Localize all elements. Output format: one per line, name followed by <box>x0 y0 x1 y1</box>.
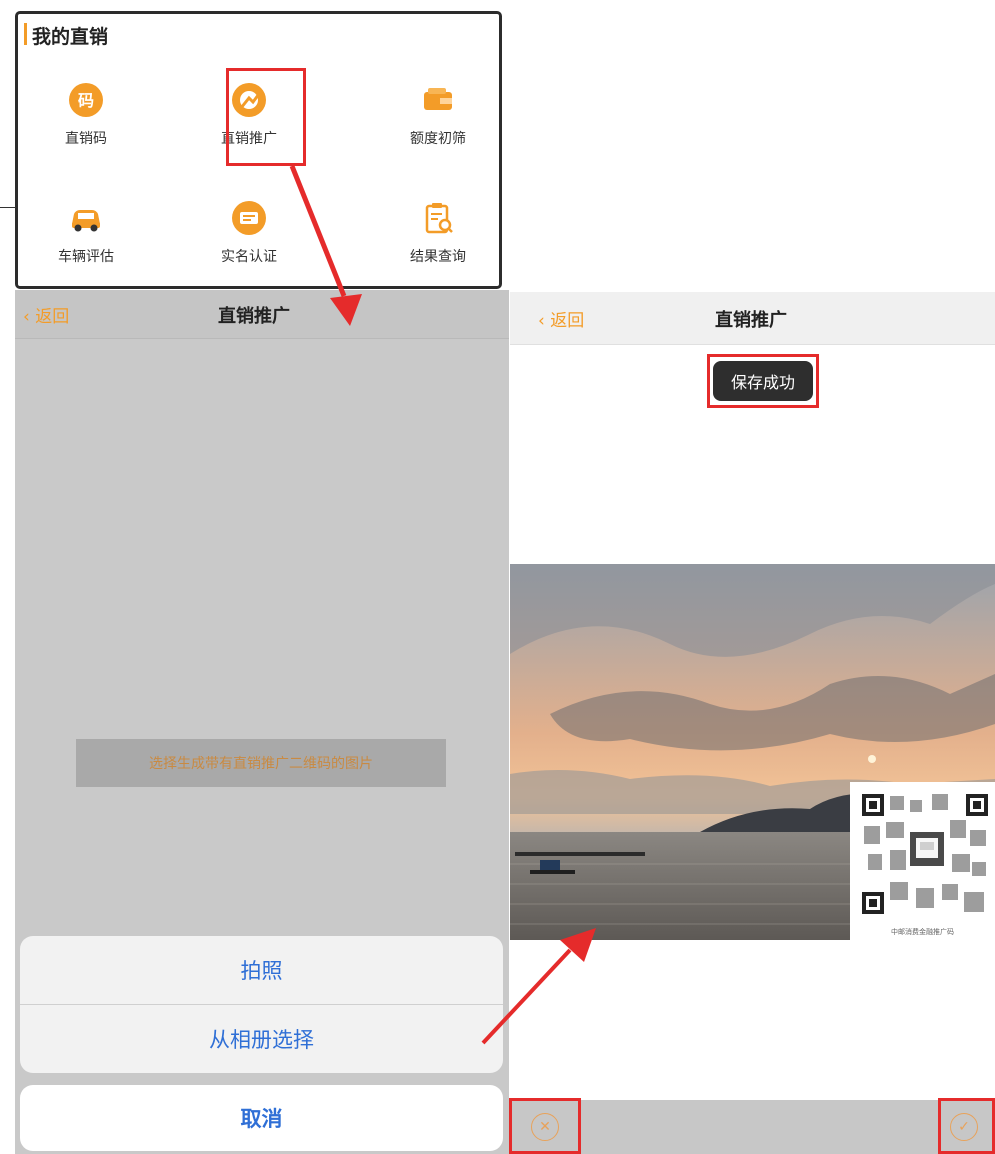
annotation-arrows <box>289 165 596 1045</box>
arrow-head-icon <box>330 294 362 326</box>
